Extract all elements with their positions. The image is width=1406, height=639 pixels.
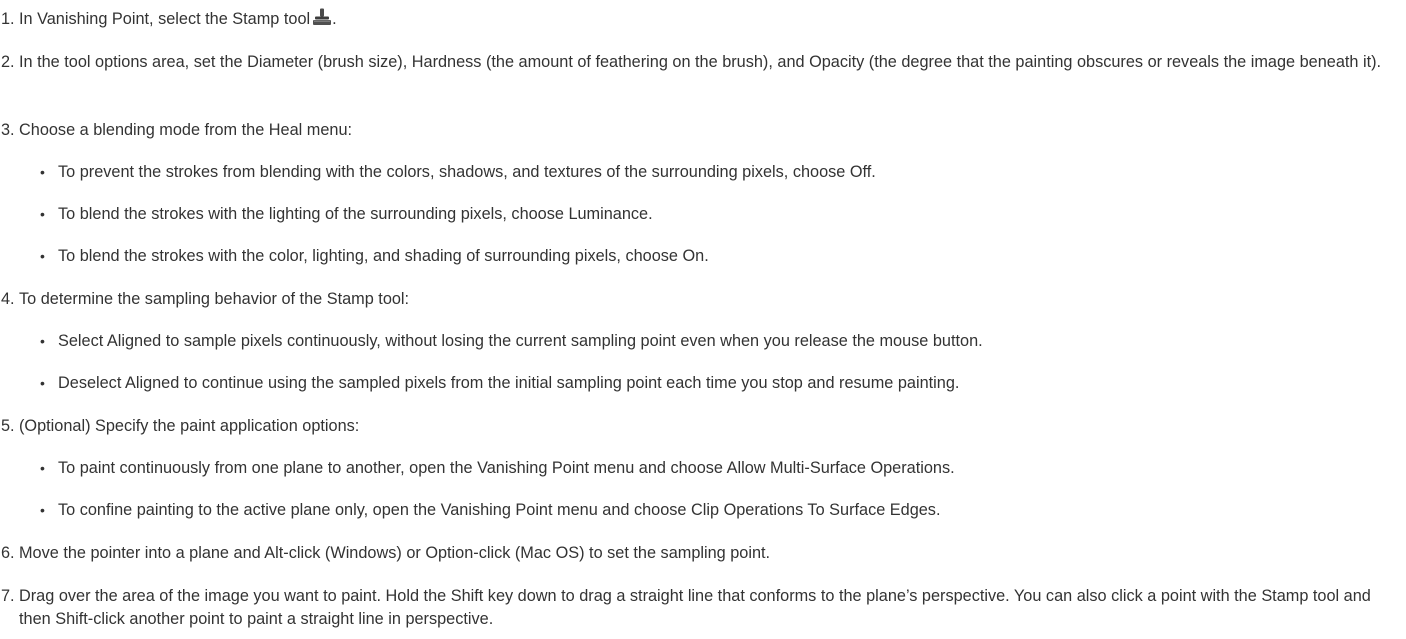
step-text: Move the pointer into a plane and Alt-cl…: [19, 544, 771, 562]
list-item: • To paint continuously from one plane t…: [40, 457, 1400, 480]
step-number: 1.: [1, 10, 15, 28]
step-text: (Optional) Specify the paint application…: [19, 417, 360, 435]
bullet-glyph: •: [40, 460, 45, 476]
bullet-text: Deselect Aligned to continue using the s…: [58, 374, 960, 392]
list-item: • Select Aligned to sample pixels contin…: [40, 330, 1400, 353]
instructions-document: 1. In Vanishing Point, select the Stamp …: [0, 0, 1406, 639]
bullet-text: To prevent the strokes from blending wit…: [58, 163, 876, 181]
step-3: 3. Choose a blending mode from the Heal …: [0, 119, 1400, 142]
list-item: • To blend the strokes with the lighting…: [40, 203, 1400, 226]
step-text-end: .: [332, 10, 337, 28]
step-number: 6.: [1, 544, 15, 562]
bullet-glyph: •: [40, 206, 45, 222]
step-number: 3.: [1, 121, 15, 139]
step-6: 6. Move the pointer into a plane and Alt…: [0, 542, 1400, 565]
list-item: • To confine painting to the active plan…: [40, 499, 1400, 522]
list-item: • Deselect Aligned to continue using the…: [40, 372, 1400, 395]
step-text: Drag over the area of the image you want…: [19, 587, 1371, 628]
bullet-text: To blend the strokes with the lighting o…: [58, 205, 653, 223]
step-text: Choose a blending mode from the Heal men…: [19, 121, 353, 139]
step-number: 4.: [1, 290, 15, 308]
step-text: To determine the sampling behavior of th…: [19, 290, 410, 308]
bullet-text: To paint continuously from one plane to …: [58, 459, 955, 477]
step-number: 5.: [1, 417, 15, 435]
bullet-text: Select Aligned to sample pixels continuo…: [58, 332, 983, 350]
bullet-glyph: •: [40, 248, 45, 264]
step-number: 7.: [1, 587, 15, 605]
step-4: 4. To determine the sampling behavior of…: [0, 288, 1400, 311]
list-item: • To prevent the strokes from blending w…: [40, 161, 1400, 184]
step-text: In Vanishing Point, select the Stamp too…: [19, 10, 311, 28]
step-number: 2.: [1, 53, 15, 71]
step-text: In the tool options area, set the Diamet…: [19, 53, 1382, 71]
bullet-text: To confine painting to the active plane …: [58, 501, 941, 519]
list-item: • To blend the strokes with the color, l…: [40, 245, 1400, 268]
step-2: 2. In the tool options area, set the Dia…: [0, 51, 1400, 74]
stamp-tool-icon: [313, 8, 332, 25]
bullet-glyph: •: [40, 502, 45, 518]
bullet-text: To blend the strokes with the color, lig…: [58, 247, 709, 265]
step-7: 7. Drag over the area of the image you w…: [0, 585, 1400, 631]
step-1: 1. In Vanishing Point, select the Stamp …: [0, 8, 1400, 31]
bullet-glyph: •: [40, 164, 45, 180]
bullet-glyph: •: [40, 333, 45, 349]
bullet-glyph: •: [40, 375, 45, 391]
step-5: 5. (Optional) Specify the paint applicat…: [0, 415, 1400, 438]
